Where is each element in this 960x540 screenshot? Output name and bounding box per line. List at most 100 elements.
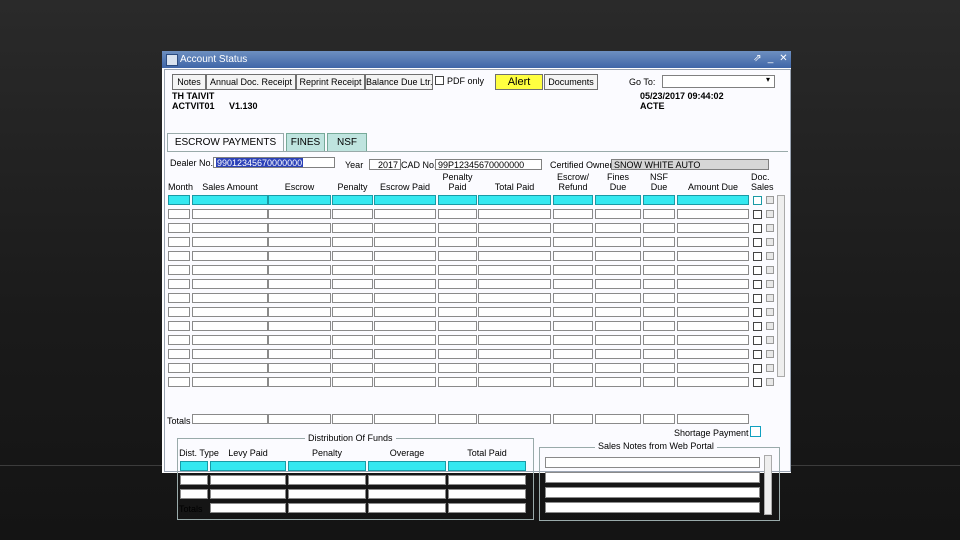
- table-cell[interactable]: [553, 223, 593, 233]
- table-cell[interactable]: [268, 195, 331, 205]
- table-cell[interactable]: [478, 209, 551, 219]
- doc-sales-checkbox[interactable]: [753, 210, 762, 219]
- table-cell[interactable]: [643, 237, 675, 247]
- row-detail-icon[interactable]: [766, 350, 774, 358]
- sales-note-field[interactable]: [545, 487, 760, 498]
- table-cell[interactable]: [677, 335, 749, 345]
- table-cell[interactable]: [268, 349, 331, 359]
- tab-fines[interactable]: FINES: [286, 133, 325, 151]
- row-detail-icon[interactable]: [766, 364, 774, 372]
- table-cell[interactable]: [332, 195, 373, 205]
- table-cell[interactable]: [332, 377, 373, 387]
- tab-nsf[interactable]: NSF: [327, 133, 367, 151]
- goto-dropdown-chevron-icon[interactable]: ▾: [766, 75, 770, 84]
- table-cell[interactable]: [438, 209, 477, 219]
- table-cell[interactable]: [438, 195, 477, 205]
- doc-sales-checkbox[interactable]: [753, 280, 762, 289]
- table-cell[interactable]: [643, 265, 675, 275]
- table-cell[interactable]: [478, 335, 551, 345]
- table-cell[interactable]: [553, 209, 593, 219]
- table-cell[interactable]: [168, 307, 190, 317]
- table-cell[interactable]: [374, 321, 436, 331]
- table-cell[interactable]: [438, 321, 477, 331]
- table-cell[interactable]: [677, 195, 749, 205]
- table-cell[interactable]: [595, 237, 641, 247]
- table-cell[interactable]: [595, 195, 641, 205]
- distribution-cell[interactable]: [180, 475, 208, 485]
- sales-note-field[interactable]: [545, 472, 760, 483]
- table-cell[interactable]: [192, 377, 268, 387]
- row-detail-icon[interactable]: [766, 322, 774, 330]
- distribution-cell[interactable]: [368, 503, 446, 513]
- table-cell[interactable]: [332, 265, 373, 275]
- table-cell[interactable]: [268, 237, 331, 247]
- table-cell[interactable]: [168, 251, 190, 261]
- row-detail-icon[interactable]: [766, 280, 774, 288]
- dealer-no-field[interactable]: 99012345670000000: [213, 157, 335, 168]
- reprint-receipt-button[interactable]: Reprint Receipt: [296, 74, 365, 90]
- table-cell[interactable]: [643, 223, 675, 233]
- table-cell[interactable]: [438, 223, 477, 233]
- distribution-cell[interactable]: [288, 503, 366, 513]
- table-cell[interactable]: [192, 279, 268, 289]
- table-cell[interactable]: [168, 209, 190, 219]
- sales-note-field[interactable]: [545, 502, 760, 513]
- doc-sales-checkbox[interactable]: [753, 322, 762, 331]
- close-icon[interactable]: ✕: [778, 53, 789, 65]
- table-cell[interactable]: [332, 279, 373, 289]
- table-cell[interactable]: [553, 265, 593, 275]
- doc-sales-checkbox[interactable]: [753, 224, 762, 233]
- table-cell[interactable]: [595, 335, 641, 345]
- table-cell[interactable]: [374, 251, 436, 261]
- table-cell[interactable]: [332, 237, 373, 247]
- table-cell[interactable]: [643, 349, 675, 359]
- table-cell[interactable]: [268, 377, 331, 387]
- table-cell[interactable]: [677, 209, 749, 219]
- annual-doc-receipt-button[interactable]: Annual Doc. Receipt: [206, 74, 296, 90]
- table-cell[interactable]: [332, 321, 373, 331]
- table-cell[interactable]: [677, 307, 749, 317]
- grid-scrollbar[interactable]: [777, 195, 785, 377]
- table-cell[interactable]: [332, 349, 373, 359]
- distribution-cell[interactable]: [180, 461, 208, 471]
- table-cell[interactable]: [478, 195, 551, 205]
- table-cell[interactable]: [677, 321, 749, 331]
- table-cell[interactable]: [168, 237, 190, 247]
- table-cell[interactable]: [168, 279, 190, 289]
- distribution-cell[interactable]: [210, 475, 286, 485]
- table-cell[interactable]: [643, 335, 675, 345]
- table-cell[interactable]: [192, 209, 268, 219]
- table-cell[interactable]: [643, 251, 675, 261]
- table-cell[interactable]: [268, 209, 331, 219]
- table-cell[interactable]: [438, 265, 477, 275]
- table-cell[interactable]: [374, 293, 436, 303]
- table-cell[interactable]: [478, 377, 551, 387]
- table-cell[interactable]: [595, 293, 641, 303]
- table-cell[interactable]: [478, 349, 551, 359]
- table-cell[interactable]: [332, 209, 373, 219]
- table-cell[interactable]: [643, 321, 675, 331]
- table-cell[interactable]: [595, 321, 641, 331]
- table-cell[interactable]: [192, 265, 268, 275]
- sales-notes-scrollbar[interactable]: [764, 455, 772, 515]
- table-cell[interactable]: [643, 195, 675, 205]
- distribution-cell[interactable]: [180, 489, 208, 499]
- table-cell[interactable]: [677, 223, 749, 233]
- table-cell[interactable]: [374, 209, 436, 219]
- table-cell[interactable]: [192, 349, 268, 359]
- table-cell[interactable]: [168, 265, 190, 275]
- doc-sales-checkbox[interactable]: [753, 266, 762, 275]
- table-cell[interactable]: [374, 223, 436, 233]
- table-cell[interactable]: [438, 307, 477, 317]
- table-cell[interactable]: [553, 335, 593, 345]
- distribution-cell[interactable]: [210, 503, 286, 513]
- table-cell[interactable]: [677, 265, 749, 275]
- table-cell[interactable]: [268, 265, 331, 275]
- table-cell[interactable]: [192, 251, 268, 261]
- table-cell[interactable]: [192, 335, 268, 345]
- table-cell[interactable]: [332, 363, 373, 373]
- table-cell[interactable]: [268, 223, 331, 233]
- table-cell[interactable]: [595, 363, 641, 373]
- table-cell[interactable]: [677, 349, 749, 359]
- doc-sales-checkbox[interactable]: [753, 308, 762, 317]
